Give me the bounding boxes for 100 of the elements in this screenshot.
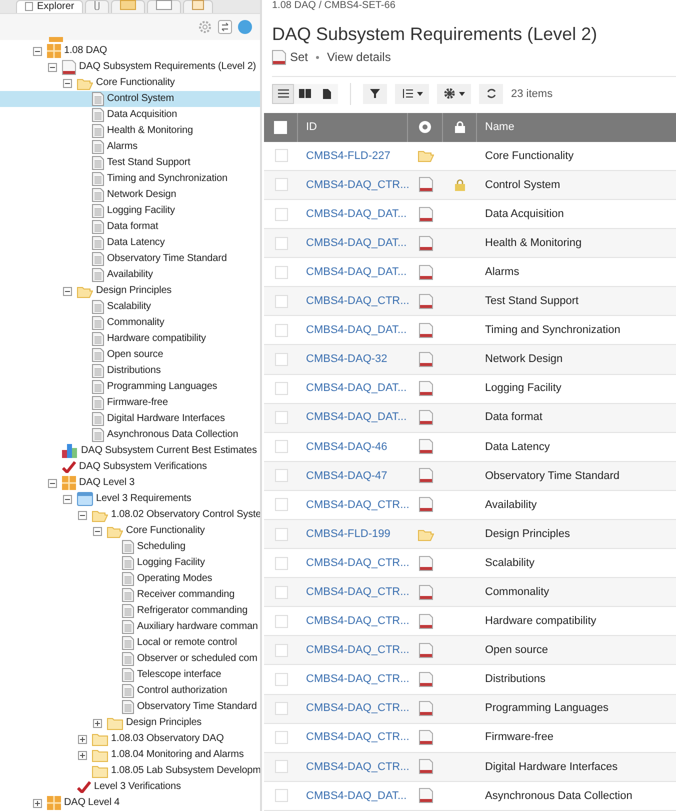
id-link[interactable]: CMBS4-DAQ_CTR... <box>306 702 410 714</box>
view-details-link[interactable]: View details <box>327 48 391 66</box>
id-link[interactable]: CMBS4-DAQ_CTR... <box>306 295 410 308</box>
collapse-icon[interactable] <box>93 526 102 536</box>
explorer-tab[interactable] <box>147 0 182 13</box>
tree-item[interactable]: Control authorization <box>0 683 260 699</box>
table-row[interactable]: CMBS4-DAQ_DAT... Health & Monitoring <box>264 229 676 258</box>
tree-item[interactable]: Design Principles <box>0 715 260 731</box>
tree-item[interactable]: Core Functionality <box>0 75 260 91</box>
tree-item[interactable]: Control System <box>0 91 260 107</box>
tree-item[interactable]: Core Functionality <box>0 523 260 539</box>
collapse-icon[interactable] <box>33 46 42 56</box>
id-link[interactable]: CMBS4-DAQ_CTR... <box>306 760 410 773</box>
refresh-button[interactable] <box>479 84 503 104</box>
view-button[interactable] <box>272 84 294 104</box>
tree-item[interactable]: Firmware-free <box>0 395 260 411</box>
tree-item[interactable]: Open source <box>0 347 260 363</box>
tree-item[interactable]: Data Latency <box>0 235 260 251</box>
settings-icon[interactable] <box>198 20 212 34</box>
swap-icon[interactable] <box>218 20 232 34</box>
row-checkbox[interactable] <box>274 469 288 482</box>
tree-item[interactable]: Availability <box>0 267 260 283</box>
tree-item[interactable]: Observatory Time Standard <box>0 251 260 267</box>
id-link[interactable]: CMBS4-DAQ-32 <box>306 353 388 366</box>
expand-icon[interactable] <box>78 750 87 760</box>
tree-item[interactable]: Observatory Time Standard <box>0 699 260 715</box>
tree-item[interactable]: Alarms <box>0 139 260 155</box>
tree-item[interactable]: Local or remote control <box>0 635 260 651</box>
collapse-icon[interactable] <box>78 510 87 520</box>
table-row[interactable]: CMBS4-DAQ_CTR... Programming Languages <box>264 694 676 724</box>
header-checkbox[interactable] <box>274 120 287 134</box>
tree-item[interactable]: Timing and Synchronization <box>0 171 260 187</box>
collapse-icon[interactable] <box>63 78 72 88</box>
id-link[interactable]: CMBS4-DAQ-47 <box>306 470 388 482</box>
row-checkbox[interactable] <box>274 731 288 744</box>
tree-item[interactable]: Auxiliary hardware comman <box>0 619 260 635</box>
tree-item[interactable]: Asynchronous Data Collection <box>0 427 260 443</box>
collapse-icon[interactable] <box>48 478 57 488</box>
id-link[interactable]: CMBS4-DAQ_CTR... <box>306 586 410 598</box>
filter-button[interactable] <box>363 84 387 104</box>
id-link[interactable]: CMBS4-DAQ_DAT... <box>306 411 407 424</box>
explorer-tab[interactable]: Explorer <box>16 0 84 13</box>
row-checkbox[interactable] <box>274 411 288 424</box>
collapse-icon[interactable] <box>63 286 72 296</box>
id-link[interactable]: CMBS4-DAQ-46 <box>306 440 388 453</box>
row-checkbox[interactable] <box>274 149 288 162</box>
id-link[interactable]: CMBS4-DAQ_CTR... <box>306 178 410 191</box>
table-row[interactable]: CMBS4-DAQ_CTR... Control System <box>264 170 676 200</box>
tree-item[interactable]: Health & Monitoring <box>0 123 260 139</box>
row-checkbox[interactable] <box>274 556 288 570</box>
tree-item[interactable]: Refrigerator commanding <box>0 603 260 619</box>
row-checkbox[interactable] <box>274 760 288 774</box>
id-link[interactable]: CMBS4-FLD-227 <box>306 150 390 162</box>
view-button[interactable] <box>316 84 338 104</box>
tree-item[interactable]: Logging Facility <box>0 203 260 219</box>
row-checkbox[interactable] <box>274 498 288 512</box>
tree-item[interactable]: Scalability <box>0 299 260 315</box>
tree-item[interactable]: DAQ Subsystem Requirements (Level 2) <box>0 59 260 75</box>
sort-dropdown[interactable] <box>395 84 429 104</box>
tree-item[interactable]: Scheduling <box>0 539 260 555</box>
row-checkbox[interactable] <box>274 644 288 657</box>
id-link[interactable]: CMBS4-DAQ_CTR... <box>306 498 410 511</box>
id-link[interactable]: CMBS4-DAQ_DAT... <box>306 266 407 278</box>
table-row[interactable]: CMBS4-FLD-199 Design Principles <box>264 520 676 550</box>
help-icon[interactable] <box>238 20 252 34</box>
table-row[interactable]: CMBS4-DAQ_CTR... Test Stand Support <box>264 287 676 316</box>
id-link[interactable]: CMBS4-DAQ_DAT... <box>306 790 407 802</box>
id-link[interactable]: CMBS4-DAQ_CTR... <box>306 731 410 744</box>
row-checkbox[interactable] <box>274 382 288 396</box>
tree-item[interactable]: Network Design <box>0 187 260 203</box>
collapse-icon[interactable] <box>63 494 72 504</box>
row-checkbox[interactable] <box>274 324 288 337</box>
row-checkbox[interactable] <box>274 673 288 686</box>
row-checkbox[interactable] <box>274 789 288 802</box>
table-row[interactable]: CMBS4-DAQ-46 Data Latency <box>264 432 676 462</box>
id-link[interactable]: CMBS4-DAQ_CTR... <box>306 644 410 656</box>
tree-item[interactable]: Design Principles <box>0 283 260 299</box>
tree-item[interactable]: Test Stand Support <box>0 155 260 171</box>
table-row[interactable]: CMBS4-DAQ-32 Network Design <box>264 345 676 375</box>
id-link[interactable]: CMBS4-FLD-199 <box>306 528 390 540</box>
tree-item[interactable]: Commonality <box>0 315 260 331</box>
column-header[interactable]: Name <box>485 119 514 136</box>
tree-item[interactable]: 1.08.05 Lab Subsystem Developm <box>0 763 260 779</box>
tree-item[interactable]: Telescope interface <box>0 667 260 683</box>
settings-dropdown[interactable] <box>437 84 471 104</box>
tree-item[interactable]: Programming Languages <box>0 379 260 395</box>
tree-item[interactable]: DAQ Subsystem Current Best Estimates <box>0 443 260 459</box>
tree-item[interactable]: DAQ Level 3 <box>0 475 260 491</box>
column-header[interactable]: ID <box>306 119 317 136</box>
tree-item[interactable]: 1.08 DAQ <box>0 43 260 59</box>
tree-item[interactable]: DAQ Level 4 <box>0 795 260 811</box>
id-link[interactable]: CMBS4-DAQ_CTR... <box>306 673 410 686</box>
id-link[interactable]: CMBS4-DAQ_CTR... <box>306 615 410 628</box>
table-row[interactable]: CMBS4-DAQ_DAT... Logging Facility <box>264 374 676 404</box>
collapse-icon[interactable] <box>48 62 57 72</box>
table-row[interactable]: CMBS4-DAQ-47 Observatory Time Standard <box>264 462 676 491</box>
tree-item[interactable]: Operating Modes <box>0 571 260 587</box>
tree-item[interactable]: Level 3 Verifications <box>0 779 260 795</box>
id-link[interactable]: CMBS4-DAQ_DAT... <box>306 324 407 336</box>
tree-item[interactable]: Level 3 Requirements <box>0 491 260 507</box>
